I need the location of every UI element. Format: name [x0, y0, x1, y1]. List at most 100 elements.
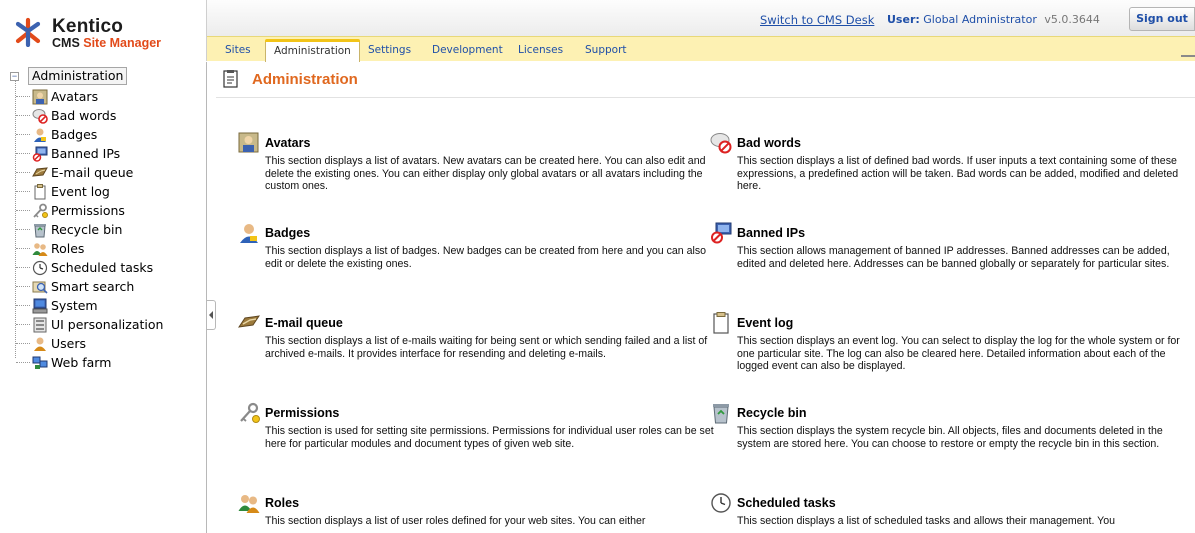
tab-support[interactable]: Support	[585, 42, 627, 61]
bad-words-icon	[710, 133, 732, 154]
system-icon	[32, 298, 48, 313]
collapse-panel-handle[interactable]	[207, 300, 216, 330]
tree-item-label: E-mail queue	[51, 165, 134, 180]
section-description: This section displays a list of badges. …	[265, 245, 707, 270]
badges-icon	[34, 128, 46, 142]
clock-icon	[32, 260, 48, 275]
tree-item-system[interactable]: System	[16, 296, 98, 315]
avatar-icon	[32, 89, 48, 104]
tree-item-label: Event log	[51, 184, 110, 199]
roles-icon	[32, 242, 48, 256]
section-title-link[interactable]: Bad words	[737, 136, 801, 150]
web-farm-icon	[32, 356, 48, 369]
section-title-link[interactable]: Banned IPs	[737, 226, 805, 240]
clock-icon	[711, 493, 731, 513]
section-title-link[interactable]: Permissions	[265, 406, 339, 420]
switch-to-cms-desk-link[interactable]: Switch to CMS Desk	[760, 13, 874, 27]
navigation-tree: − Administration Avatars Bad words Badge…	[0, 62, 207, 533]
sign-out-button[interactable]: Sign out	[1129, 7, 1195, 31]
administration-icon	[223, 70, 238, 88]
tree-item-label: Avatars	[51, 89, 99, 104]
top-bar: Switch to CMS Desk User: Global Administ…	[207, 0, 1195, 36]
section-description: This section allows management of banned…	[737, 245, 1170, 270]
tree-item-label: Banned IPs	[51, 146, 121, 161]
tab-sites[interactable]: Sites	[225, 42, 251, 61]
smart-search-icon	[32, 281, 48, 294]
tree-item-avatars[interactable]: Avatars	[16, 87, 98, 106]
bad-words-icon	[32, 108, 48, 124]
banned-ips-icon	[711, 222, 732, 244]
tab-administration[interactable]: Administration	[265, 39, 360, 62]
tree-item-scheduled-tasks[interactable]: Scheduled tasks	[16, 258, 153, 277]
tree-item-label: Bad words	[51, 108, 117, 123]
banned-ips-icon	[32, 146, 48, 162]
tree-item-web-farm[interactable]: Web farm	[16, 353, 111, 372]
product-name: CMS Site Manager	[52, 36, 161, 50]
user-name: Global Administrator	[923, 13, 1037, 26]
tree-item-bad-words[interactable]: Bad words	[16, 106, 116, 125]
kentico-logo-icon	[15, 17, 41, 47]
section-title-link[interactable]: Recycle bin	[737, 406, 806, 420]
section-title-link[interactable]: Badges	[265, 226, 310, 240]
tree-item-label: System	[51, 298, 98, 313]
tree-item-roles[interactable]: Roles	[16, 239, 84, 258]
recycle-bin-icon	[713, 404, 729, 424]
tree-item-label: Scheduled tasks	[51, 260, 154, 275]
tree-item-ui-personalization[interactable]: UI personalization	[16, 315, 163, 334]
tree-item-label: Users	[51, 336, 87, 351]
section-description: This section displays a list of user rol…	[265, 515, 646, 527]
header: Kentico CMS Site Manager Switch to CMS D…	[0, 0, 1195, 62]
section-description: This section displays the system recycle…	[737, 425, 1163, 450]
tree-item-e-mail-queue[interactable]: E-mail queue	[16, 163, 133, 182]
tree-item-label: Badges	[51, 127, 98, 142]
section-title-link[interactable]: E-mail queue	[265, 316, 343, 330]
section-description: This section displays a list of defined …	[737, 155, 1179, 193]
tree-item-users[interactable]: Users	[16, 334, 86, 353]
page-title: Administration	[252, 71, 358, 88]
tree-item-label: UI personalization	[51, 317, 164, 332]
tree-item-label: Recycle bin	[51, 222, 123, 237]
brand-name: Kentico	[52, 16, 124, 37]
tree-item-banned-ips[interactable]: Banned IPs	[16, 144, 120, 163]
user-info: User: Global Administrator v5.0.3644	[887, 13, 1100, 26]
tree-item-label: Smart search	[51, 279, 135, 294]
product-prefix: CMS	[52, 36, 84, 50]
section-description: This section displays an event log. You …	[737, 335, 1180, 373]
main-tabs: Sites Administration Settings Developmen…	[207, 36, 1195, 62]
roles-icon	[238, 495, 260, 513]
users-icon	[34, 337, 46, 351]
tree-item-recycle-bin[interactable]: Recycle bin	[16, 220, 122, 239]
email-queue-icon	[238, 315, 260, 328]
email-queue-icon	[32, 166, 48, 177]
tree-item-label: Web farm	[51, 355, 112, 370]
tree-item-label: Permissions	[51, 203, 125, 218]
tree-item-smart-search[interactable]: Smart search	[16, 277, 134, 296]
user-label: User:	[887, 13, 920, 26]
permissions-icon	[240, 402, 260, 423]
event-log-icon	[713, 312, 729, 334]
tab-settings[interactable]: Settings	[368, 42, 411, 61]
version-label: v5.0.3644	[1044, 13, 1100, 26]
section-description: This section is used for setting site pe…	[265, 425, 714, 450]
corner-mark	[1181, 55, 1195, 61]
tree-item-event-log[interactable]: Event log	[16, 182, 110, 201]
logo[interactable]: Kentico CMS Site Manager	[0, 0, 207, 61]
tab-licenses[interactable]: Licenses	[518, 42, 563, 61]
collapse-icon[interactable]: −	[10, 72, 19, 81]
title-bar: Administration	[216, 62, 1195, 98]
section-title-link[interactable]: Event log	[737, 316, 793, 330]
section-title-link[interactable]: Roles	[265, 496, 299, 510]
section-description: This section displays a list of schedule…	[737, 515, 1116, 527]
tree-item-permissions[interactable]: Permissions	[16, 201, 125, 220]
recycle-bin-icon	[34, 223, 46, 237]
section-title-link[interactable]: Avatars	[265, 136, 310, 150]
product-accent: Site Manager	[83, 36, 162, 50]
tab-development[interactable]: Development	[432, 42, 503, 61]
badges-icon	[240, 224, 258, 243]
section-description: This section displays a list of e-mails …	[265, 335, 708, 360]
ui-personalization-icon	[33, 317, 47, 332]
tree-item-badges[interactable]: Badges	[16, 125, 97, 144]
section-title-link[interactable]: Scheduled tasks	[737, 496, 836, 510]
tree-root-administration[interactable]: Administration	[28, 67, 128, 85]
permissions-icon	[33, 203, 48, 218]
